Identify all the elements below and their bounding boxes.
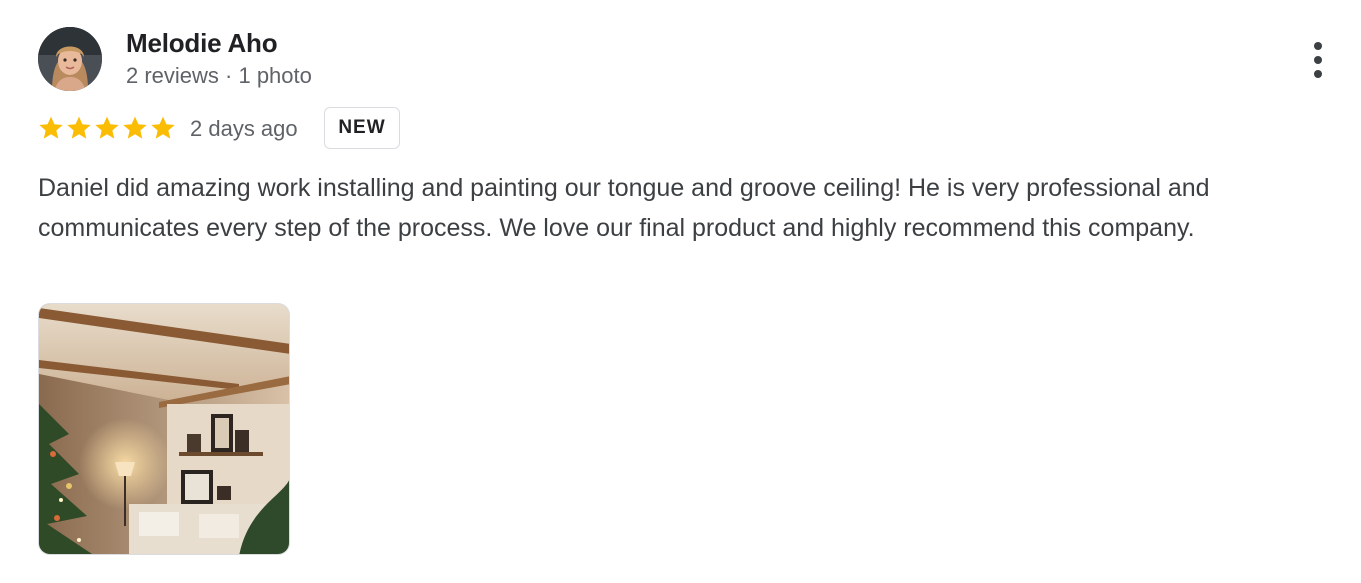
review-photo[interactable] bbox=[38, 303, 290, 555]
star-icon bbox=[67, 116, 91, 139]
review-date: 2 days ago bbox=[190, 116, 298, 141]
new-badge: NEW bbox=[324, 107, 400, 149]
author-stats[interactable]: 2 reviews · 1 photo bbox=[126, 61, 312, 91]
more-vertical-icon-dot bbox=[1314, 70, 1322, 78]
star-icon bbox=[95, 116, 119, 139]
more-vertical-icon-dot bbox=[1314, 56, 1322, 64]
star-icon bbox=[151, 116, 175, 139]
author-avatar[interactable] bbox=[38, 27, 102, 91]
author-name[interactable]: Melodie Aho bbox=[126, 27, 278, 59]
more-vertical-icon bbox=[1314, 42, 1322, 50]
star-icon bbox=[123, 116, 147, 139]
more-options-button[interactable] bbox=[1298, 38, 1338, 82]
star-icon bbox=[39, 116, 63, 139]
star-rating bbox=[37, 114, 177, 144]
review-text: Daniel did amazing work installing and p… bbox=[38, 174, 1210, 242]
review-card: Melodie Aho 2 reviews · 1 photo 2 days a… bbox=[0, 0, 1361, 583]
